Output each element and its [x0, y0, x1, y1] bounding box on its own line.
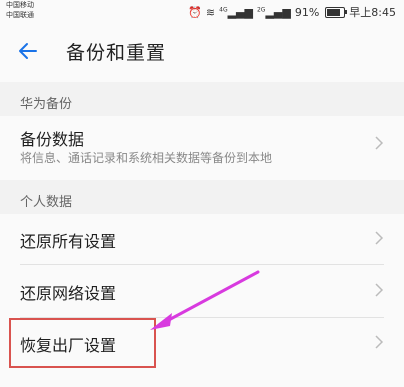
chevron-right-icon — [374, 230, 384, 251]
wifi-icon: ≋ — [205, 5, 216, 19]
chevron-right-icon — [374, 334, 384, 355]
item-label: 备份数据 — [20, 130, 85, 149]
carrier-info: 中国移动 中国联通 — [6, 0, 34, 20]
net-label-2: 2G — [256, 5, 266, 13]
signal-2-icon: 2G▂▄▆ — [256, 5, 291, 19]
page-title: 备份和重置 — [66, 42, 167, 64]
list-item-backup-data[interactable]: 备份数据 将信息、通话记录和系统相关数据等备份到本地 — [0, 116, 404, 180]
section-title: 个人数据 — [20, 195, 73, 210]
battery-percent: 91% — [294, 5, 320, 19]
list-item-reset-all-settings[interactable]: 还原所有设置 — [0, 214, 404, 264]
status-icons: ⏰ ≋ 4G▂▄▆ 2G▂▄▆ 91% 早上8:45 — [188, 4, 396, 20]
item-label: 还原网络设置 — [20, 284, 117, 303]
battery-icon — [325, 6, 348, 18]
section-header-personal-data: 个人数据 — [0, 182, 404, 214]
chevron-right-icon — [374, 135, 384, 156]
list-item-reset-network-settings[interactable]: 还原网络设置 — [0, 265, 404, 317]
section-title: 华为备份 — [20, 97, 73, 112]
signal-1-icon: 4G▂▄▆ — [219, 5, 253, 19]
section-header-huawei-backup: 华为备份 — [0, 84, 404, 116]
item-label: 还原所有设置 — [20, 232, 117, 251]
highlight-box — [9, 318, 156, 368]
net-label-1: 4G — [219, 5, 228, 13]
title-bar: 备份和重置 — [0, 22, 404, 82]
back-arrow-icon[interactable] — [16, 36, 46, 66]
clock: 早上8:45 — [349, 6, 396, 19]
status-bar: 中国移动 中国联通 ⏰ ≋ 4G▂▄▆ 2G▂▄▆ 91% 早上8:45 — [0, 0, 404, 22]
carrier-1: 中国移动 — [6, 1, 34, 9]
battery-fill — [327, 8, 341, 16]
alarm-icon: ⏰ — [188, 5, 202, 19]
item-subtitle: 将信息、通话记录和系统相关数据等备份到本地 — [20, 151, 273, 165]
carrier-2: 中国联通 — [6, 11, 34, 19]
chevron-right-icon — [374, 282, 384, 303]
